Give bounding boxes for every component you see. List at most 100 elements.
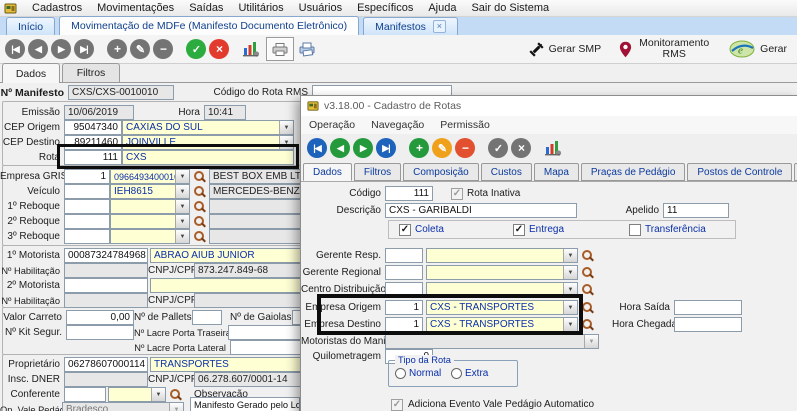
dialog-titlebar[interactable]: v3.18.00 - Cadastro de Rotas <box>301 96 797 116</box>
reboque3-codigo-field[interactable] <box>64 229 110 244</box>
coleta-checkbox[interactable]: ✓ <box>399 224 411 236</box>
cep-destino-cidade-combo[interactable]: JOINVILLE▼ <box>122 135 294 150</box>
menu-utilitarios[interactable]: Utilitários <box>238 2 283 14</box>
cancel-button[interactable]: × <box>209 39 229 59</box>
delete-record-button[interactable]: − <box>153 39 173 59</box>
vale-pedagio-auto-checkbox[interactable]: ✓ <box>391 399 403 411</box>
motorista2-doc-field[interactable] <box>64 278 148 293</box>
cep-origem-field[interactable]: 95047340 <box>64 120 122 135</box>
reboque2-combo[interactable]: ▼ <box>110 214 190 229</box>
motorista1-doc-field[interactable]: 00087324784968 <box>64 248 148 263</box>
gerente-regional-codigo-field[interactable] <box>385 265 423 280</box>
pallets-field[interactable] <box>192 310 222 325</box>
chart-report-button[interactable] <box>242 41 260 57</box>
next-record-button[interactable]: ▶ <box>51 39 71 59</box>
gerar-smp-button[interactable]: Gerar SMP <box>529 42 602 57</box>
search-icon[interactable] <box>581 283 594 297</box>
panel-tab-dados[interactable]: Dados <box>2 63 60 83</box>
chevron-down-icon[interactable]: ▼ <box>563 301 577 314</box>
vale-pedagio-combo[interactable]: Bradesco▼ <box>62 402 184 411</box>
first-record-button[interactable]: |◀ <box>307 138 327 158</box>
dialog-tab-dados[interactable]: Dados <box>303 163 352 181</box>
empresa-gris-codigo-field[interactable]: 1 <box>64 169 110 184</box>
rota-codigo-field[interactable]: 111 <box>64 150 122 165</box>
veiculo-placa-combo[interactable]: IEH8615▼ <box>110 184 190 199</box>
edit-record-button[interactable]: ✎ <box>432 138 452 158</box>
first-record-button[interactable]: |◀ <box>5 39 25 59</box>
search-icon[interactable] <box>193 170 206 184</box>
menu-cadastros[interactable]: Cadastros <box>32 2 82 14</box>
centro-distribuicao-combo[interactable]: ▼ <box>426 282 578 297</box>
delete-record-button[interactable]: − <box>455 138 475 158</box>
last-record-button[interactable]: ▶| <box>376 138 396 158</box>
tab-movimentacao-mdfe[interactable]: Movimentação de MDFe (Manifesto Document… <box>59 16 359 35</box>
rota-nome-field[interactable]: CXS <box>122 150 294 165</box>
reboque3-combo[interactable]: ▼ <box>110 229 190 244</box>
menu-usuarios[interactable]: Usuários <box>299 2 342 14</box>
search-icon[interactable] <box>193 200 206 214</box>
empresa-destino-codigo-field[interactable]: 1 <box>385 317 423 332</box>
reboque1-codigo-field[interactable] <box>64 199 110 214</box>
search-icon[interactable] <box>193 215 206 229</box>
menu-sair[interactable]: Sair do Sistema <box>471 2 549 14</box>
search-icon[interactable] <box>581 266 594 280</box>
nro-manifesto-field[interactable]: CXS/CXS-0010010 <box>68 85 174 100</box>
menu-operacao[interactable]: Operação <box>309 119 355 131</box>
menu-navegacao[interactable]: Navegação <box>371 119 424 131</box>
confirm-button[interactable]: ✓ <box>186 39 206 59</box>
apelido-field[interactable]: 11 <box>663 203 729 218</box>
entrega-checkbox[interactable]: ✓ <box>513 224 525 236</box>
chevron-down-icon[interactable]: ▼ <box>563 249 577 262</box>
chevron-down-icon[interactable]: ▼ <box>563 283 577 296</box>
menu-saidas[interactable]: Saídas <box>189 2 223 14</box>
valor-carreto-field[interactable]: 0,00 <box>66 310 134 325</box>
menu-movimentacoes[interactable]: Movimentações <box>97 2 174 14</box>
empresa-origem-combo[interactable]: CXS - TRANSPORTES▼ <box>426 300 578 315</box>
reboque2-codigo-field[interactable] <box>64 214 110 229</box>
tab-inicio[interactable]: Início <box>6 17 55 35</box>
gerente-resp-combo[interactable]: ▼ <box>426 248 578 263</box>
chevron-down-icon[interactable]: ▼ <box>175 230 189 243</box>
dialog-tab-postos-controle[interactable]: Postos de Controle <box>687 163 792 181</box>
empresa-origem-codigo-field[interactable]: 1 <box>385 300 423 315</box>
chevron-down-icon[interactable]: ▼ <box>563 318 577 331</box>
dialog-tab-custos[interactable]: Custos <box>481 163 532 181</box>
dialog-tab-composicao[interactable]: Composição <box>403 163 479 181</box>
gerente-resp-codigo-field[interactable] <box>385 248 423 263</box>
menu-ajuda[interactable]: Ajuda <box>428 2 456 14</box>
tipo-extra-radio[interactable] <box>451 368 462 379</box>
cep-destino-field[interactable]: 89211460 <box>64 135 122 150</box>
hora-field[interactable]: 10:41 <box>204 105 246 120</box>
empresa-gris-cnpj-combo[interactable]: 09664934000100▼ <box>110 169 190 184</box>
last-record-button[interactable]: ▶| <box>74 39 94 59</box>
dialog-tab-filtros[interactable]: Filtros <box>354 163 401 181</box>
menu-permissao[interactable]: Permissão <box>440 119 490 131</box>
proprietario-doc-field[interactable]: 06278607000114 <box>64 357 148 372</box>
cancel-button[interactable]: × <box>511 138 531 158</box>
panel-tab-filtros[interactable]: Filtros <box>62 63 120 82</box>
veiculo-codigo-field[interactable] <box>64 184 110 199</box>
codigo-field[interactable]: 111 <box>385 186 433 201</box>
add-record-button[interactable]: + <box>107 39 127 59</box>
search-icon[interactable] <box>581 301 594 315</box>
dialog-tab-mapa[interactable]: Mapa <box>534 163 579 181</box>
descricao-field[interactable]: CXS - GARIBALDI <box>385 203 577 218</box>
rota-inativa-checkbox[interactable]: ✓ <box>451 188 463 200</box>
chevron-down-icon[interactable]: ▼ <box>175 215 189 228</box>
menu-especificos[interactable]: Específicos <box>357 2 413 14</box>
search-icon[interactable] <box>193 185 206 199</box>
chevron-down-icon[interactable]: ▼ <box>175 170 189 183</box>
chevron-down-icon[interactable]: ▼ <box>563 266 577 279</box>
edit-record-button[interactable]: ✎ <box>130 39 150 59</box>
previous-record-button[interactable]: ◀ <box>28 39 48 59</box>
add-record-button[interactable]: + <box>409 138 429 158</box>
chevron-down-icon[interactable]: ▼ <box>175 185 189 198</box>
next-record-button[interactable]: ▶ <box>353 138 373 158</box>
tab-manifestos[interactable]: Manifestos × <box>363 17 458 35</box>
search-icon[interactable] <box>169 388 182 402</box>
print-button[interactable] <box>266 37 294 61</box>
previous-record-button[interactable]: ◀ <box>330 138 350 158</box>
hora-chegada-field[interactable] <box>674 317 742 332</box>
conferente-codigo-field[interactable] <box>64 387 106 402</box>
chevron-down-icon[interactable]: ▼ <box>279 121 293 134</box>
